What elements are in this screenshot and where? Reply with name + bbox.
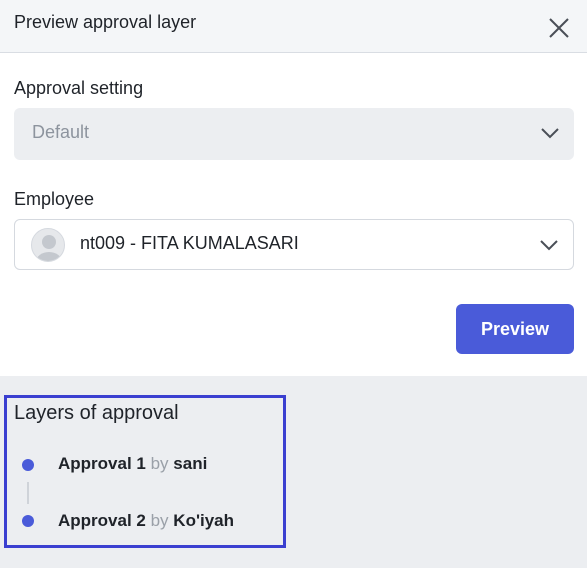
- employee-select[interactable]: nt009 - FITA KUMALASARI: [14, 219, 574, 270]
- chevron-down-icon: [540, 240, 558, 251]
- dialog-header: Preview approval layer: [0, 0, 587, 53]
- close-button[interactable]: [546, 15, 572, 41]
- dialog-title: Preview approval layer: [14, 12, 197, 32]
- layers-section: Layers of approval Approval 1 by sani Ap…: [0, 376, 587, 568]
- step-name: Approval 1: [58, 454, 146, 473]
- user-avatar-icon: [31, 228, 65, 262]
- close-icon: [549, 18, 569, 38]
- layers-title: Layers of approval: [14, 402, 179, 424]
- preview-button[interactable]: Preview: [456, 304, 574, 354]
- step-name: Approval 2: [58, 511, 146, 530]
- step-dot: [22, 459, 34, 471]
- approval-step: Approval 2 by Ko'iyah: [58, 511, 234, 531]
- step-by: by: [150, 454, 169, 473]
- approval-setting-select[interactable]: Default: [14, 108, 574, 160]
- step-connector: [27, 482, 29, 504]
- step-dot: [22, 515, 34, 527]
- step-by: by: [150, 511, 169, 530]
- employee-value: nt009 - FITA KUMALASARI: [80, 233, 299, 253]
- approval-step: Approval 1 by sani: [58, 454, 207, 474]
- approval-setting-label: Approval setting: [14, 78, 144, 98]
- step-user: Ko'iyah: [173, 511, 235, 530]
- employee-label: Employee: [14, 189, 95, 209]
- step-user: sani: [173, 454, 208, 473]
- approval-setting-value: Default: [32, 122, 90, 142]
- chevron-down-icon: [541, 128, 559, 139]
